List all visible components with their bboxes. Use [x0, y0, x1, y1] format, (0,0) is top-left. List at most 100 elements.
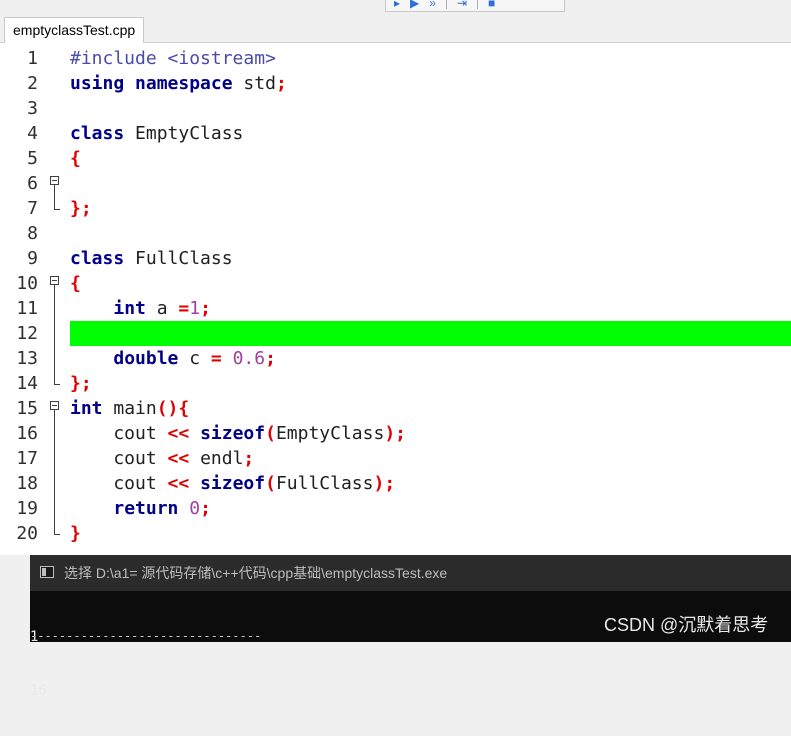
line-number: 19 [16, 498, 38, 519]
code-token: << [167, 448, 190, 469]
code-line[interactable]: 10 { [0, 271, 791, 296]
code-token: ; [80, 198, 92, 219]
code-text: int a =1; [70, 296, 211, 321]
code-token: EmptyClass [275, 423, 385, 444]
code-line[interactable]: 6 [0, 171, 791, 196]
code-text: return 0; [70, 496, 211, 521]
code-token: c [178, 348, 211, 369]
code-token: class [70, 248, 125, 269]
line-number: 12 [16, 323, 38, 344]
code-line[interactable]: 8 [0, 221, 791, 246]
code-token: class [70, 123, 125, 144]
code-line[interactable]: 7}; [0, 196, 791, 221]
code-token: double [113, 348, 179, 369]
code-text: cout << sizeof(EmptyClass); [70, 421, 406, 446]
code-text: } [70, 521, 81, 546]
line-number: 20 [16, 523, 38, 544]
code-line[interactable]: 2 using namespace std; [0, 71, 791, 96]
step-icon[interactable]: ▸ [394, 0, 400, 9]
code-token: int [70, 398, 103, 419]
code-line[interactable]: 14}; [0, 371, 791, 396]
code-text: cout << sizeof(FullClass); [70, 471, 395, 496]
code-text: { [70, 146, 81, 171]
tab-emptyclasstest[interactable]: emptyclassTest.cpp [4, 17, 145, 43]
code-text: }; [70, 371, 92, 396]
code-token: ; [200, 298, 211, 319]
code-token: ( [265, 423, 276, 444]
code-token: namespace [135, 73, 233, 94]
console-separator: -------------------------------- [30, 629, 262, 643]
code-token: ); [373, 473, 396, 494]
code-line[interactable]: 11 int a =1; [0, 296, 791, 321]
code-text: cout << endl; [70, 446, 254, 471]
code-token: { [70, 148, 81, 169]
code-text: int main(){ [70, 396, 189, 421]
code-token: ( [265, 473, 276, 494]
code-line[interactable]: 16 cout << sizeof(EmptyClass); [0, 421, 791, 446]
code-token: = [210, 348, 222, 369]
code-token: FullClass [124, 248, 233, 269]
code-editor[interactable]: 1 #include <iostream> 2 using namespace std… [0, 43, 791, 555]
code-line[interactable]: 9 class FullClass [0, 246, 791, 271]
code-text: }; [70, 196, 92, 221]
code-token: cout [70, 473, 168, 494]
line-number: 6 [27, 173, 38, 194]
code-token: ; [200, 498, 211, 519]
code-token: main [102, 398, 157, 419]
skip-icon[interactable]: ⇥ [457, 0, 467, 9]
code-text: using namespace std; [70, 71, 287, 96]
code-line[interactable]: 15 int main(){ [0, 396, 791, 421]
code-line[interactable]: 19 return 0; [0, 496, 791, 521]
stop-icon[interactable]: ■ [488, 0, 495, 9]
code-line[interactable]: 1 #include <iostream> [0, 46, 791, 71]
code-token: << [167, 423, 190, 444]
code-token: cout [70, 423, 168, 444]
run-icon[interactable]: ▶ [410, 0, 419, 9]
line-number: 15 [16, 398, 38, 419]
code-token: std [232, 73, 276, 94]
line-number: 11 [16, 298, 38, 319]
toolbar-separator [477, 0, 479, 9]
code-token: (){ [156, 398, 190, 419]
editor-tab-bar: emptyclassTest.cpp [0, 14, 791, 43]
line-number: 13 [16, 348, 38, 369]
line-number: 18 [16, 473, 38, 494]
debug-toolbar-fragment: ▸ ▶ » ⇥ ■ [385, 0, 565, 12]
code-token: = [178, 298, 190, 319]
code-token: using [70, 73, 125, 94]
code-token: sizeof [200, 473, 266, 494]
code-text: class EmptyClass [70, 121, 243, 146]
line-number: 2 [27, 73, 38, 94]
line-number: 16 [16, 423, 38, 444]
code-line[interactable]: 17 cout << endl; [0, 446, 791, 471]
console-title-bar[interactable]: 选择 D:\a1= 源代码存储\c++代码\cpp基础\emptyclassTe… [30, 555, 791, 591]
code-line[interactable]: 18 cout << sizeof(FullClass); [0, 471, 791, 496]
code-line[interactable]: 12 [0, 321, 791, 346]
code-token: ; [265, 348, 276, 369]
line-number: 1 [27, 48, 38, 69]
code-token: 0 [189, 498, 201, 519]
code-line[interactable]: 13 double c = 0.6; [0, 346, 791, 371]
line-number: 9 [27, 248, 38, 269]
current-line-highlight [70, 321, 791, 346]
code-line[interactable]: 3 [0, 96, 791, 121]
code-token: } [70, 523, 81, 544]
fast-forward-icon[interactable]: » [429, 0, 436, 9]
code-token: cout [70, 448, 168, 469]
line-number: 17 [16, 448, 38, 469]
code-line[interactable]: 20} [0, 521, 791, 546]
code-token: { [70, 273, 81, 294]
line-number: 3 [27, 98, 38, 119]
code-line[interactable]: 4 class EmptyClass [0, 121, 791, 146]
code-line[interactable]: 5{ [0, 146, 791, 171]
line-number: 14 [16, 373, 38, 394]
code-token: #include <iostream> [70, 48, 276, 69]
console-output-line: 16 [30, 683, 47, 699]
code-token: 1 [189, 298, 201, 319]
code-token: FullClass [275, 473, 374, 494]
code-token: } [70, 198, 81, 219]
